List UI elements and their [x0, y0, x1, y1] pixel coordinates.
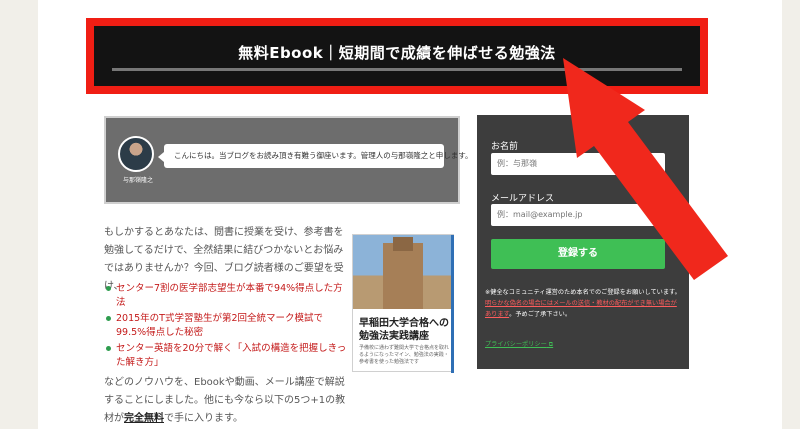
- privacy-policy-link-label: プライバシーポリシー: [485, 341, 547, 348]
- banner-title: 無料Ebook｜短期間で成績を伸ばせる勉強法: [238, 44, 556, 62]
- submit-button[interactable]: 登録する: [491, 239, 665, 269]
- list-item: 2015年のT式学習塾生が第2回全統マーク模試で99.5%得点した秘密: [104, 312, 352, 340]
- ebook-title: 早稲田大学合格への勉強法実践講座: [359, 318, 449, 342]
- ebook-subtitle: 予備校に通わず難関大学で合格点を取れるようになったマイン、勉強法の実践・参考書を…: [359, 345, 450, 365]
- banner-divider: [112, 68, 682, 71]
- list-item: センター7割の医学部志望生が本番で94%得点した方法: [104, 282, 352, 310]
- building-tower-image: [393, 237, 413, 251]
- outro-text: などのノウハウを、Ebookや動画、メール講座で解説することにしました。他にも今…: [104, 374, 354, 428]
- avatar: [118, 136, 154, 172]
- greeting-bubble: こんにちは。当ブログをお読み頂き有難う御座います。管理人の与那嶺隆之と申します。: [158, 144, 473, 168]
- outro-emphasis: 完全無料: [124, 413, 164, 424]
- email-label: メールアドレス: [491, 194, 555, 204]
- form-note-suffix: 。予めご了承下さい。: [509, 311, 572, 318]
- form-note-prefix: ※健全なコミュニティ運営のため本名でのご登録をお願いしています。: [485, 289, 681, 296]
- building-image: [383, 243, 423, 309]
- name-input[interactable]: [491, 153, 665, 175]
- benefit-list: センター7割の医学部志望生が本番で94%得点した方法 2015年のT式学習塾生が…: [104, 282, 352, 372]
- greeting-box: 与那嶺隆之 こんにちは。当ブログをお読み頂き有難う御座います。管理人の与那嶺隆之…: [104, 116, 473, 204]
- avatar-name: 与那嶺隆之: [122, 177, 153, 184]
- ebook-spine: [451, 235, 454, 373]
- ebook-banner[interactable]: 無料Ebook｜短期間で成績を伸ばせる勉強法: [86, 18, 708, 94]
- external-link-icon: ⧉: [546, 341, 554, 348]
- privacy-policy-link[interactable]: プライバシーポリシー ⧉: [485, 339, 553, 349]
- ebook-cover-photo: [353, 235, 453, 309]
- list-item: センター英語を20分で解く「入試の構造を把握しきった解き方」: [104, 342, 352, 370]
- email-input[interactable]: [491, 204, 665, 226]
- signup-form: お名前 メールアドレス 登録する ※健全なコミュニティ運営のため本名でのご登録を…: [477, 115, 689, 369]
- name-label: お名前: [491, 142, 519, 152]
- form-note: ※健全なコミュニティ運営のため本名でのご登録をお願いしています。明らかな偽名の場…: [485, 287, 681, 320]
- ebook-cover[interactable]: 早稲田大学合格への勉強法実践講座 予備校に通わず難関大学で合格点を取れるようにな…: [352, 234, 454, 373]
- outro-text-after: で手に入ります。: [164, 413, 243, 424]
